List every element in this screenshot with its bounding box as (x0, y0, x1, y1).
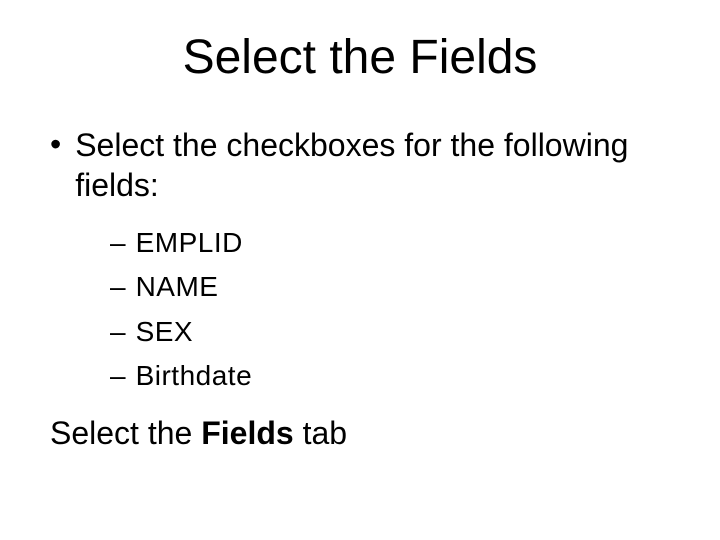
slide-title: Select the Fields (40, 30, 680, 85)
dash-icon: – (110, 358, 126, 394)
footer-instruction: Select the Fields tab (40, 415, 680, 452)
main-bullet-item: • Select the checkboxes for the followin… (40, 125, 680, 205)
footer-prefix: Select the (50, 415, 201, 451)
dash-icon: – (110, 314, 126, 350)
field-label: Birthdate (136, 358, 253, 394)
list-item: – SEX (110, 314, 680, 350)
field-label: SEX (136, 314, 194, 350)
main-bullet-text: Select the checkboxes for the following … (75, 125, 680, 205)
footer-bold: Fields (201, 415, 293, 451)
field-label: EMPLID (136, 225, 243, 261)
dash-icon: – (110, 269, 126, 305)
list-item: – Birthdate (110, 358, 680, 394)
field-sub-list: – EMPLID – NAME – SEX – Birthdate (40, 225, 680, 395)
field-label: NAME (136, 269, 219, 305)
bullet-icon: • (50, 125, 61, 163)
list-item: – EMPLID (110, 225, 680, 261)
list-item: – NAME (110, 269, 680, 305)
dash-icon: – (110, 225, 126, 261)
footer-suffix: tab (294, 415, 347, 451)
